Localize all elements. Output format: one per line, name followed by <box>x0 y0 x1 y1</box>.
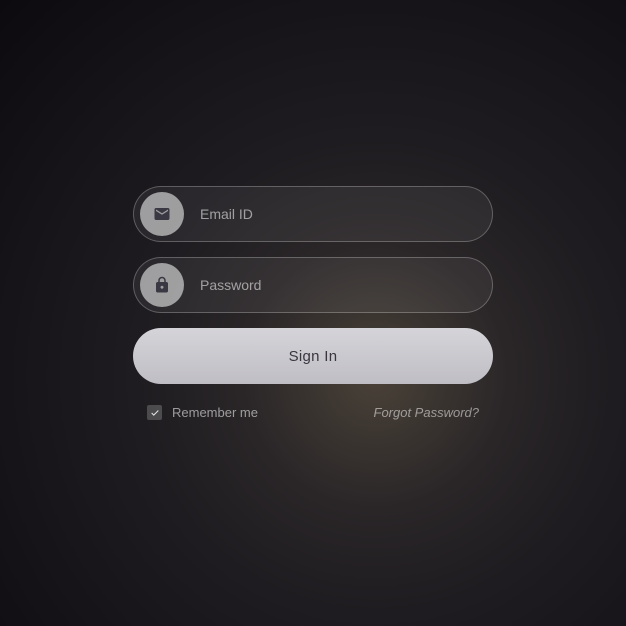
email-field-wrap[interactable] <box>133 186 493 242</box>
signin-button[interactable]: Sign In <box>133 328 493 384</box>
email-input[interactable] <box>184 206 487 222</box>
forgot-password-link[interactable]: Forgot Password? <box>374 405 480 420</box>
password-input[interactable] <box>184 277 487 293</box>
lock-icon <box>140 263 184 307</box>
password-field-wrap[interactable] <box>133 257 493 313</box>
email-icon <box>140 192 184 236</box>
checkbox-icon <box>147 405 162 420</box>
remember-label: Remember me <box>172 405 258 420</box>
login-form: Sign In Remember me Forgot Password? <box>133 186 493 420</box>
remember-me-toggle[interactable]: Remember me <box>147 405 258 420</box>
footer-row: Remember me Forgot Password? <box>133 399 493 420</box>
